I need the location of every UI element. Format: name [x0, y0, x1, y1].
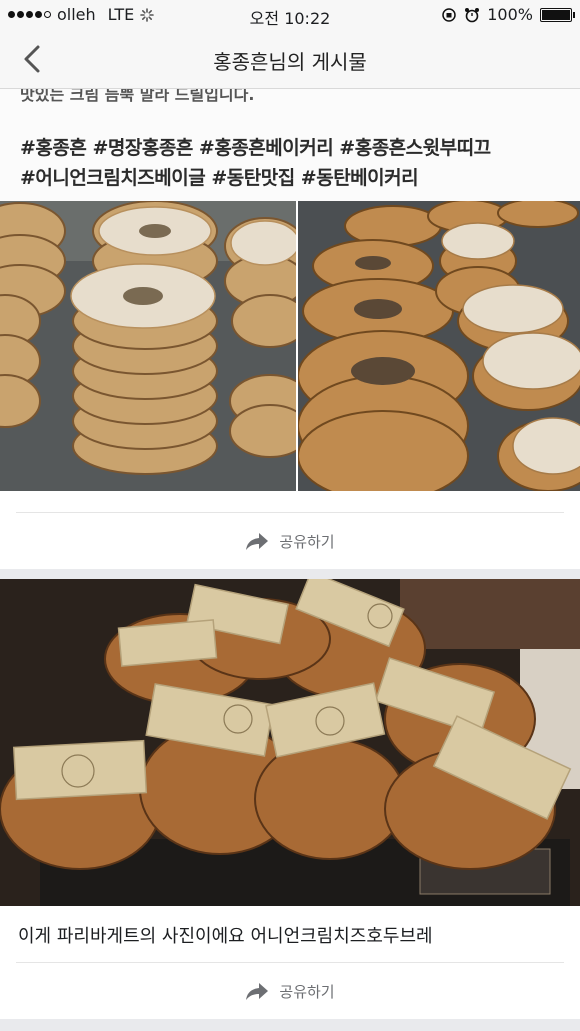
post-text-cut-line: 맛있는 크림 듬뿍 말라 드릴입니다. — [20, 89, 255, 104]
wrapped-bagels-photo[interactable] — [0, 579, 580, 906]
post-card-1: 맛있는 크림 듬뿍 말라 드릴입니다. #홍종흔 #명장홍종흔 #홍종흔베이커리… — [0, 89, 580, 569]
battery-percent: 100% — [487, 5, 533, 24]
battery-icon — [540, 7, 575, 22]
status-right: 100% — [441, 5, 575, 24]
divider — [16, 962, 564, 963]
hashtags-line-1: #홍종흔 #명장홍종흔 #홍종흔베이커리 #홍종흔스윗부띠끄 — [20, 137, 491, 159]
bagel-stacks-photo-right[interactable] — [298, 201, 580, 491]
post-text-image: 맛있는 크림 듬뿍 말라 드릴입니다. #홍종흔 #명장홍종흔 #홍종흔베이커리… — [0, 89, 580, 201]
share-button[interactable]: 공유하기 — [0, 969, 580, 1013]
share-button[interactable]: 공유하기 — [0, 519, 580, 563]
navigation-bar: 홍종흔님의 게시물 — [0, 30, 580, 89]
alarm-icon — [465, 7, 480, 22]
hashtags-line-2: #어니언크림치즈베이글 #동탄맛집 #동탄베이커리 — [20, 167, 419, 189]
post-caption: 이게 파리바게트의 사진이에요 어니언크림치즈호두브레 — [18, 926, 433, 947]
status-bar: olleh LTE 오전 10:22 100% — [0, 0, 580, 30]
share-label: 공유하기 — [279, 532, 335, 551]
share-arrow-icon — [246, 983, 269, 1000]
share-arrow-icon — [246, 533, 269, 550]
bagel-stacks-photo-left[interactable] — [0, 201, 296, 491]
orientation-lock-icon — [442, 7, 456, 22]
share-label: 공유하기 — [279, 982, 335, 1001]
divider — [16, 512, 564, 513]
page-title: 홍종흔님의 게시물 — [213, 50, 367, 74]
post-card-2: 이게 파리바게트의 사진이에요 어니언크림치즈호두브레 공유하기 — [0, 579, 580, 1019]
